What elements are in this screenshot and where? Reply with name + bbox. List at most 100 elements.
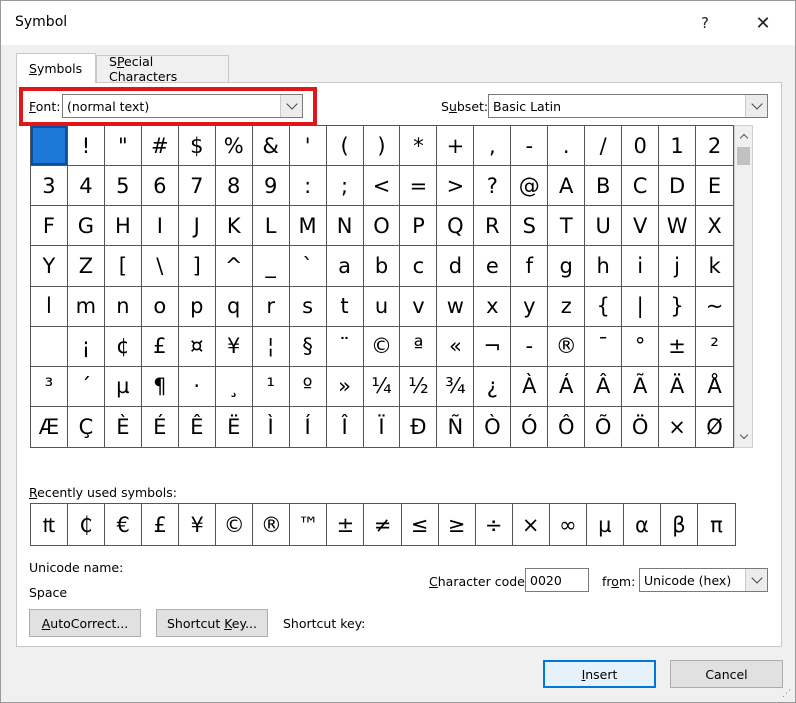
symbol-cell[interactable]: Á xyxy=(548,366,586,407)
shortcut-key-button[interactable]: Shortcut Key... xyxy=(156,609,268,637)
symbol-cell[interactable]: Ö xyxy=(622,406,660,447)
symbol-cell[interactable]: É xyxy=(142,406,179,447)
symbol-cell[interactable]: v xyxy=(400,286,438,327)
symbol-cell[interactable]: º xyxy=(289,366,327,407)
symbol-cell[interactable]: ` xyxy=(289,246,327,287)
symbol-cell[interactable]: d xyxy=(437,246,475,287)
recent-symbol-cell[interactable]: α xyxy=(624,504,661,545)
symbol-cell[interactable]: ¢ xyxy=(104,326,142,367)
symbol-cell[interactable]: < xyxy=(363,166,401,207)
symbol-cell[interactable]: # xyxy=(141,126,179,167)
symbol-cell[interactable]: ® xyxy=(548,326,586,367)
symbol-cell[interactable]: Ä xyxy=(659,366,697,407)
symbol-cell[interactable]: Æ xyxy=(31,406,68,447)
symbol-cell[interactable]: - xyxy=(511,326,549,367)
symbol-cell[interactable]: ¿ xyxy=(474,366,512,407)
recent-symbol-cell[interactable]: ¥ xyxy=(179,504,217,545)
subset-dropdown-arrow[interactable] xyxy=(745,95,767,117)
symbol-cell[interactable]: ¾ xyxy=(437,366,475,407)
symbol-cell[interactable]: [ xyxy=(104,246,142,287)
symbol-cell[interactable]: x xyxy=(474,286,512,327)
symbol-cell[interactable]: U xyxy=(585,206,623,247)
symbol-cell[interactable]: s xyxy=(289,286,327,327)
symbol-cell[interactable]: ª xyxy=(400,326,438,367)
symbol-cell[interactable]: ' xyxy=(289,126,327,167)
symbol-cell[interactable]: È xyxy=(105,406,142,447)
symbol-cell[interactable]: Ò xyxy=(474,406,512,447)
symbol-cell[interactable]: r xyxy=(252,286,290,327)
symbol-cell[interactable]: : xyxy=(289,166,327,207)
symbol-cell[interactable]: B xyxy=(585,166,623,207)
symbol-cell[interactable]: ! xyxy=(67,126,105,167)
symbol-cell[interactable]: © xyxy=(363,326,401,367)
symbol-cell[interactable]: 8 xyxy=(215,166,253,207)
symbol-cell[interactable]: ? xyxy=(474,166,512,207)
symbol-cell[interactable]: c xyxy=(400,246,438,287)
symbol-cell[interactable]: a xyxy=(326,246,364,287)
close-icon[interactable]: ✕ xyxy=(741,7,785,39)
recent-symbol-cell[interactable]: × xyxy=(513,504,550,545)
symbol-cell[interactable]: Ç xyxy=(68,406,105,447)
recent-symbol-cell[interactable]: ® xyxy=(253,504,291,545)
symbol-cell[interactable]: T xyxy=(548,206,586,247)
symbol-cell[interactable]: Ï xyxy=(364,406,401,447)
resize-grip-icon[interactable]: ⋰ xyxy=(782,689,792,699)
recent-symbol-cell[interactable]: ≠ xyxy=(364,504,402,545)
symbol-cell[interactable]: t xyxy=(326,286,364,327)
scroll-up-arrow[interactable] xyxy=(735,128,752,145)
recent-symbols-grid[interactable]: ₶ ₵ € £ ¥ © ® ™ ± ≠ ≤ ≥ ÷ × ∞ µ α β π xyxy=(30,503,736,546)
symbol-cell[interactable]: Ñ xyxy=(437,406,475,447)
scroll-down-arrow[interactable] xyxy=(735,428,752,445)
autocorrect-button[interactable]: AutoCorrect... xyxy=(29,609,141,637)
symbol-cell[interactable]: k xyxy=(696,246,733,287)
recent-symbol-cell[interactable]: µ xyxy=(587,504,624,545)
subset-combobox[interactable]: Basic Latin xyxy=(488,94,768,118)
symbol-cell[interactable]: § xyxy=(289,326,327,367)
symbol-cell[interactable]: ½ xyxy=(400,366,438,407)
insert-button[interactable]: Insert xyxy=(543,660,656,688)
symbol-cell[interactable]: Ì xyxy=(253,406,290,447)
symbol-cell[interactable]: × xyxy=(659,406,697,447)
symbol-cell[interactable]: _ xyxy=(252,246,290,287)
symbol-cell[interactable]: ) xyxy=(363,126,401,167)
from-dropdown-arrow[interactable] xyxy=(745,569,767,591)
symbol-cell[interactable]: « xyxy=(437,326,475,367)
symbol-cell[interactable]: j xyxy=(659,246,697,287)
symbol-cell[interactable]: G xyxy=(67,206,105,247)
symbol-cell[interactable]: ¬ xyxy=(474,326,512,367)
font-dropdown-arrow[interactable] xyxy=(280,95,302,117)
symbol-cell[interactable]: ( xyxy=(326,126,364,167)
symbol-cell[interactable]: P xyxy=(400,206,438,247)
recent-symbol-cell[interactable]: ™ xyxy=(290,504,328,545)
symbol-cell[interactable]: Í xyxy=(290,406,327,447)
symbol-cell[interactable]: ^ xyxy=(215,246,253,287)
symbol-cell[interactable]: À xyxy=(511,366,549,407)
symbol-cell[interactable]: Y xyxy=(31,246,68,287)
symbol-grid-scrollbar[interactable] xyxy=(734,125,753,448)
symbol-cell[interactable]: Z xyxy=(67,246,105,287)
help-button[interactable]: ? xyxy=(683,7,727,39)
symbol-cell[interactable]: L xyxy=(252,206,290,247)
recent-symbol-cell[interactable]: ≤ xyxy=(402,504,439,545)
symbol-cell[interactable]: f xyxy=(511,246,549,287)
symbol-cell[interactable]: , xyxy=(474,126,512,167)
symbol-cell[interactable] xyxy=(31,326,68,367)
symbol-cell[interactable]: Â xyxy=(585,366,623,407)
symbol-cell[interactable]: | xyxy=(622,286,660,327)
symbol-cell[interactable]: q xyxy=(215,286,253,327)
symbol-cell[interactable]: H xyxy=(104,206,142,247)
symbol-cell[interactable]: Ë xyxy=(216,406,253,447)
symbol-cell[interactable]: 2 xyxy=(696,126,733,167)
symbol-cell[interactable]: ¸ xyxy=(215,366,253,407)
symbol-cell[interactable]: Ê xyxy=(179,406,216,447)
symbol-cell[interactable]: > xyxy=(437,166,475,207)
symbol-cell[interactable]: 6 xyxy=(141,166,179,207)
symbol-cell[interactable]: N xyxy=(326,206,364,247)
symbol-cell[interactable]: ¤ xyxy=(178,326,216,367)
symbol-cell[interactable]: V xyxy=(622,206,660,247)
symbol-cell[interactable]: l xyxy=(31,286,68,327)
symbol-cell[interactable]: y xyxy=(511,286,549,327)
symbol-cell[interactable]: \ xyxy=(141,246,179,287)
symbol-cell[interactable]: R xyxy=(474,206,512,247)
tab-special-characters[interactable]: SPecial Characters xyxy=(96,54,229,84)
